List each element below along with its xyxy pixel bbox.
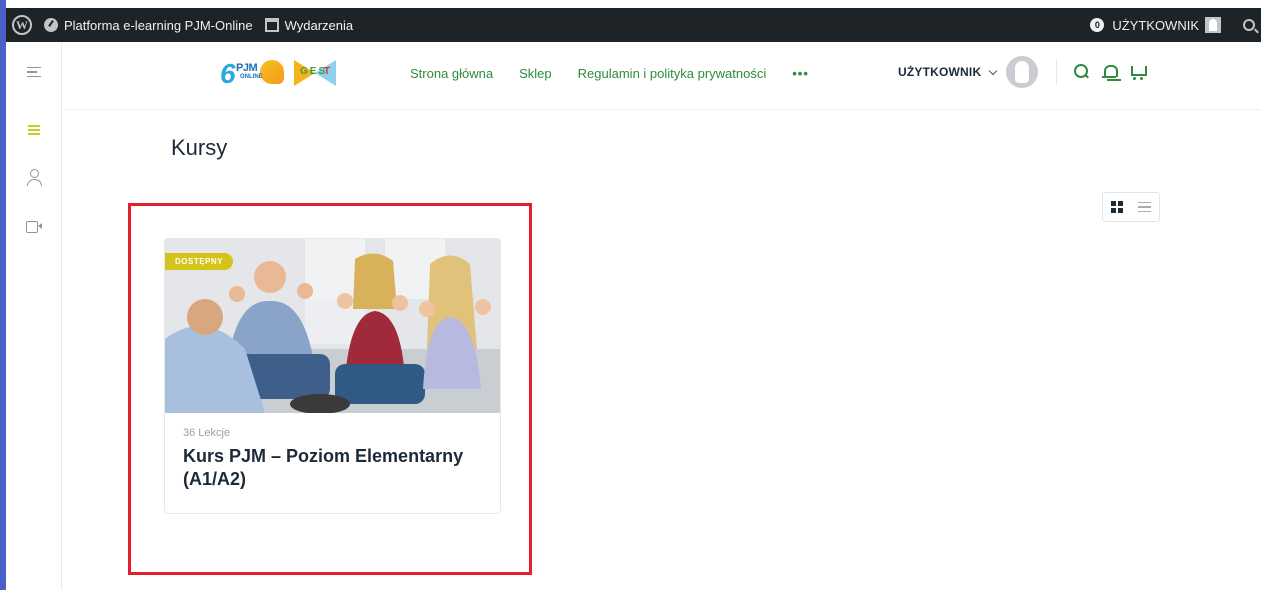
nav-more-button[interactable]: ••• [792,66,809,81]
admin-user-menu[interactable]: 0 UŻYTKOWNIK [1084,8,1227,42]
list-view-icon[interactable] [1138,199,1152,216]
admin-avatar-icon [1205,17,1221,33]
header-divider [1056,59,1058,85]
sidebar-item-courses[interactable] [24,120,44,140]
course-thumbnail[interactable]: DOSTĘPNY [165,239,500,413]
gest-logo: GES T [294,60,336,86]
availability-badge: DOSTĘPNY [165,253,234,270]
course-title-link[interactable]: Kurs PJM – Poziom Elementarny (A1/A2) [183,445,483,491]
wordpress-icon: W [12,15,32,35]
lesson-count: 36 Lekcje [183,427,231,439]
admin-user-label: UŻYTKOWNIK [1112,17,1199,33]
wordpress-logo-button[interactable]: W [6,8,38,42]
notification-count-badge: 0 [1090,18,1105,32]
calendar-icon [264,18,279,32]
admin-search-button[interactable] [1227,8,1261,42]
admin-bar: W Platforma e-learning PJM-Online Wydarz… [6,8,1261,42]
avatar[interactable] [1006,56,1039,88]
pjm-online-logo: 6 PJM ONLINE [220,56,286,90]
bell-icon[interactable] [1101,63,1119,81]
events-link[interactable]: Wydarzenia [259,8,360,42]
site-header: 6 PJM ONLINE GES T Strona główna Sklep R… [62,42,1261,110]
course-card[interactable]: DOSTĘPNY 36 Lekcje Kurs PJM – Poziom Ele… [164,238,501,514]
sidebar-toggle-button[interactable] [24,62,44,82]
nav-link-shop[interactable]: Sklep [519,66,552,81]
user-menu-button[interactable]: UŻYTKOWNIK [898,65,981,79]
sidebar-item-profile[interactable] [24,168,44,188]
page-title: Kursy [171,135,228,160]
search-icon[interactable] [1073,63,1091,81]
site-name-link[interactable]: Platforma e-learning PJM-Online [38,8,259,42]
left-sidebar [6,42,62,590]
main-navigation: Strona główna Sklep Regulamin i polityka… [410,66,835,81]
video-camera-icon [26,220,42,233]
site-name-label: Platforma e-learning PJM-Online [64,17,253,33]
menu-icon [27,64,41,81]
sidebar-item-video[interactable] [24,216,44,236]
grid-view-icon[interactable] [1110,201,1123,213]
header-user-area: UŻYTKOWNIK [898,56,1157,88]
chevron-down-icon[interactable] [989,66,998,75]
nav-link-terms[interactable]: Regulamin i polityka prywatności [578,66,767,81]
nav-link-home[interactable]: Strona główna [410,66,493,81]
courses-list-icon [28,123,40,137]
search-icon [1243,19,1255,31]
cart-icon[interactable] [1129,63,1148,81]
main-content: Kursy DOSTĘPNY 36 Lekcje Kurs PJM – Pozi… [62,110,1261,590]
user-icon [26,169,42,187]
window-top-edge [0,0,1261,8]
view-toggle [1102,192,1160,222]
dashboard-icon [44,18,58,32]
events-label: Wydarzenia [284,17,354,33]
site-logo[interactable]: 6 PJM ONLINE GES T [220,56,336,90]
